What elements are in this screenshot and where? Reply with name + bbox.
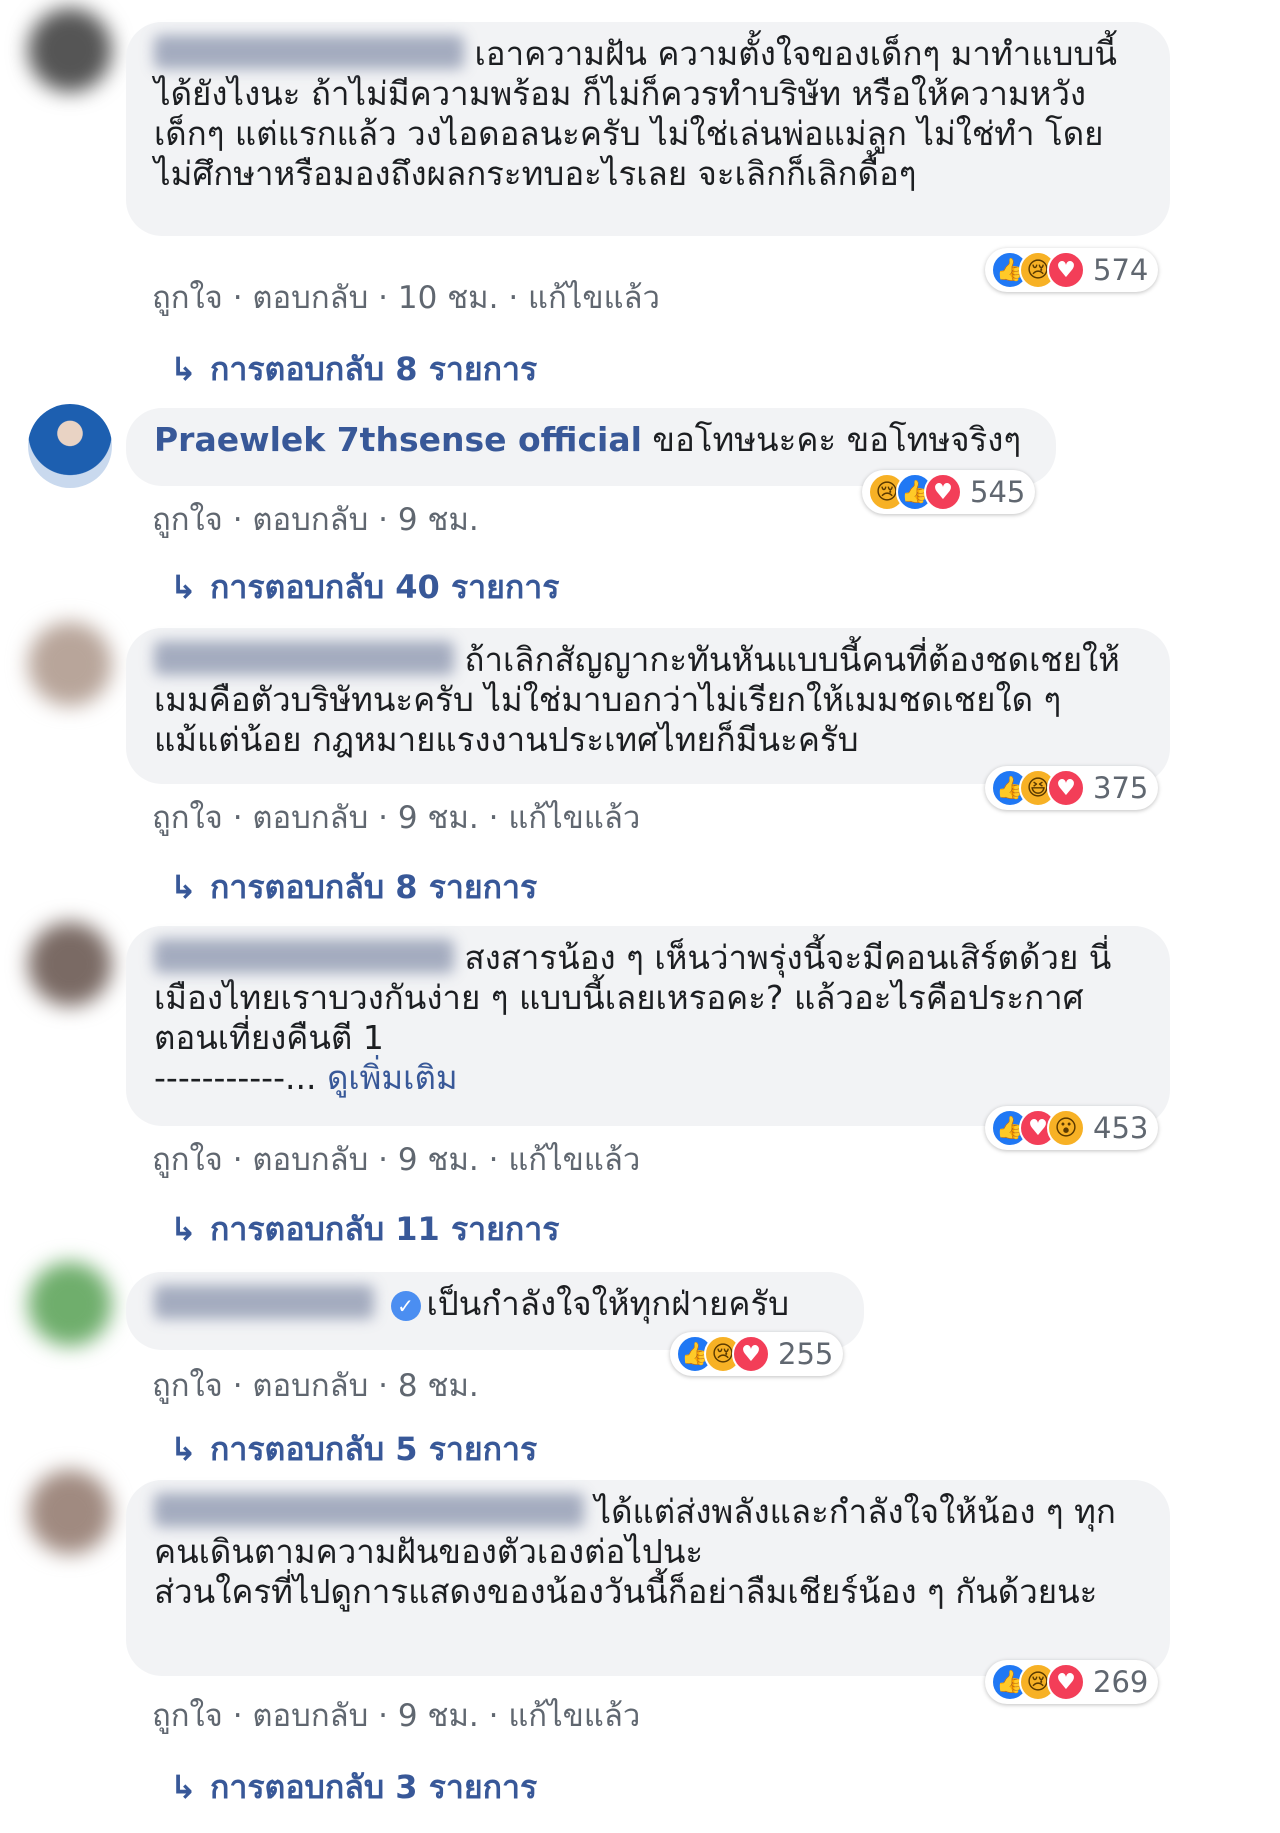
reaction-summary[interactable]: 😢 👍 ♥ 545 <box>862 470 1036 514</box>
commenter-name[interactable]: Praewlek 7thsense official <box>154 420 642 459</box>
like-link[interactable]: ถูกใจ <box>152 1698 223 1734</box>
see-more-link[interactable]: ดูเพิ่มเติม <box>327 1058 458 1097</box>
reply-arrow-icon: ↳ <box>170 1430 197 1468</box>
like-link[interactable]: ถูกใจ <box>152 502 223 538</box>
reaction-summary[interactable]: 👍 😢 ♥ 269 <box>985 1660 1159 1704</box>
edited-label: แก้ไขแล้ว <box>528 280 660 316</box>
love-icon: ♥ <box>924 473 962 511</box>
verified-badge-icon: ✓ <box>390 1291 421 1321</box>
reaction-count: 545 <box>970 475 1026 509</box>
view-replies-link[interactable]: ↳ การตอบกลับ 40 รายการ <box>170 562 559 613</box>
like-link[interactable]: ถูกใจ <box>152 1142 223 1178</box>
reaction-summary[interactable]: 👍 😢 ♥ 574 <box>985 248 1159 292</box>
comment-bubble: ถ้าเลิกสัญญากะทันหันแบบนี้คนที่ต้องชดเชย… <box>126 628 1170 784</box>
reply-arrow-icon: ↳ <box>170 568 197 606</box>
love-icon: ♥ <box>1047 1663 1085 1701</box>
love-icon: ♥ <box>732 1335 770 1373</box>
reaction-summary[interactable]: 👍 😆 ♥ 375 <box>985 766 1159 810</box>
comment-text: ขอโทษนะคะ ขอโทษจริงๆ <box>652 420 1022 459</box>
edited-label: แก้ไขแล้ว <box>508 1142 641 1178</box>
reply-link[interactable]: ตอบกลับ <box>252 1142 368 1178</box>
reply-link[interactable]: ตอบกลับ <box>252 800 368 836</box>
avatar[interactable] <box>28 404 112 488</box>
reply-arrow-icon: ↳ <box>170 1210 197 1248</box>
timestamp[interactable]: 9 ชม. <box>398 800 479 836</box>
edited-label: แก้ไขแล้ว <box>508 1698 641 1734</box>
like-link[interactable]: ถูกใจ <box>152 800 223 836</box>
view-replies-link[interactable]: ↳ การตอบกลับ 5 รายการ <box>170 1424 537 1475</box>
edited-label: แก้ไขแล้ว <box>508 800 641 836</box>
reaction-summary[interactable]: 👍 ♥ 😮 453 <box>985 1106 1159 1150</box>
reply-arrow-icon: ↳ <box>170 868 197 906</box>
avatar[interactable] <box>28 622 112 706</box>
comment-bubble: สงสารน้อง ๆ เห็นว่าพรุ่งนี้จะมีคอนเสิร์ต… <box>126 926 1170 1126</box>
commenter-name[interactable] <box>154 641 454 675</box>
comment-meta: ถูกใจ · ตอบกลับ · 9 ชม. · แก้ไขแล้ว <box>152 800 641 836</box>
comment-meta: ถูกใจ · ตอบกลับ · 10 ชม. · แก้ไขแล้ว <box>152 280 660 316</box>
commenter-name[interactable] <box>154 35 464 69</box>
view-replies-link[interactable]: ↳ การตอบกลับ 8 รายการ <box>170 344 537 395</box>
view-replies-link[interactable]: ↳ การตอบกลับ 11 รายการ <box>170 1204 559 1255</box>
timestamp[interactable]: 9 ชม. <box>398 1142 479 1178</box>
like-link[interactable]: ถูกใจ <box>152 280 223 316</box>
timestamp[interactable]: 9 ชม. <box>398 502 479 538</box>
comment-meta: ถูกใจ · ตอบกลับ · 9 ชม. <box>152 502 479 538</box>
reply-link[interactable]: ตอบกลับ <box>252 280 368 316</box>
comment-text: เป็นกำลังใจให้ทุกฝ่ายครับ <box>426 1284 790 1323</box>
timestamp[interactable]: 9 ชม. <box>398 1698 479 1734</box>
reply-arrow-icon: ↳ <box>170 350 197 388</box>
reaction-count: 375 <box>1093 771 1149 805</box>
reply-link[interactable]: ตอบกลับ <box>252 1698 368 1734</box>
timestamp[interactable]: 8 ชม. <box>398 1368 479 1404</box>
comment-meta: ถูกใจ · ตอบกลับ · 9 ชม. · แก้ไขแล้ว <box>152 1698 641 1734</box>
wow-icon: 😮 <box>1047 1109 1085 1147</box>
comment-bubble: เอาความฝัน ความตั้งใจของเด็กๆ มาทำแบบนี้… <box>126 22 1170 236</box>
reply-arrow-icon: ↳ <box>170 1768 197 1806</box>
avatar[interactable] <box>28 922 112 1006</box>
like-link[interactable]: ถูกใจ <box>152 1368 223 1404</box>
commenter-name[interactable] <box>154 1285 374 1319</box>
commenter-name[interactable] <box>154 939 454 973</box>
comment-bubble: ได้แต่ส่งพลังและกำลังใจให้น้อง ๆ ทุกคนเด… <box>126 1480 1170 1676</box>
reply-link[interactable]: ตอบกลับ <box>252 1368 368 1404</box>
comment-meta: ถูกใจ · ตอบกลับ · 9 ชม. · แก้ไขแล้ว <box>152 1142 641 1178</box>
view-replies-link[interactable]: ↳ การตอบกลับ 8 รายการ <box>170 862 537 913</box>
view-replies-link[interactable]: ↳ การตอบกลับ 3 รายการ <box>170 1762 537 1813</box>
reaction-count: 453 <box>1093 1111 1149 1145</box>
reply-link[interactable]: ตอบกลับ <box>252 502 368 538</box>
avatar[interactable] <box>28 1262 112 1346</box>
timestamp[interactable]: 10 ชม. <box>398 280 499 316</box>
love-icon: ♥ <box>1047 251 1085 289</box>
reaction-count: 255 <box>778 1337 834 1371</box>
reaction-count: 574 <box>1093 253 1149 287</box>
commenter-name[interactable] <box>154 1493 584 1527</box>
reaction-count: 269 <box>1093 1665 1149 1699</box>
comment-meta: ถูกใจ · ตอบกลับ · 8 ชม. <box>152 1368 479 1404</box>
love-icon: ♥ <box>1047 769 1085 807</box>
reaction-summary[interactable]: 👍 😢 ♥ 255 <box>670 1332 844 1376</box>
avatar[interactable] <box>28 1470 112 1554</box>
avatar[interactable] <box>28 8 112 92</box>
